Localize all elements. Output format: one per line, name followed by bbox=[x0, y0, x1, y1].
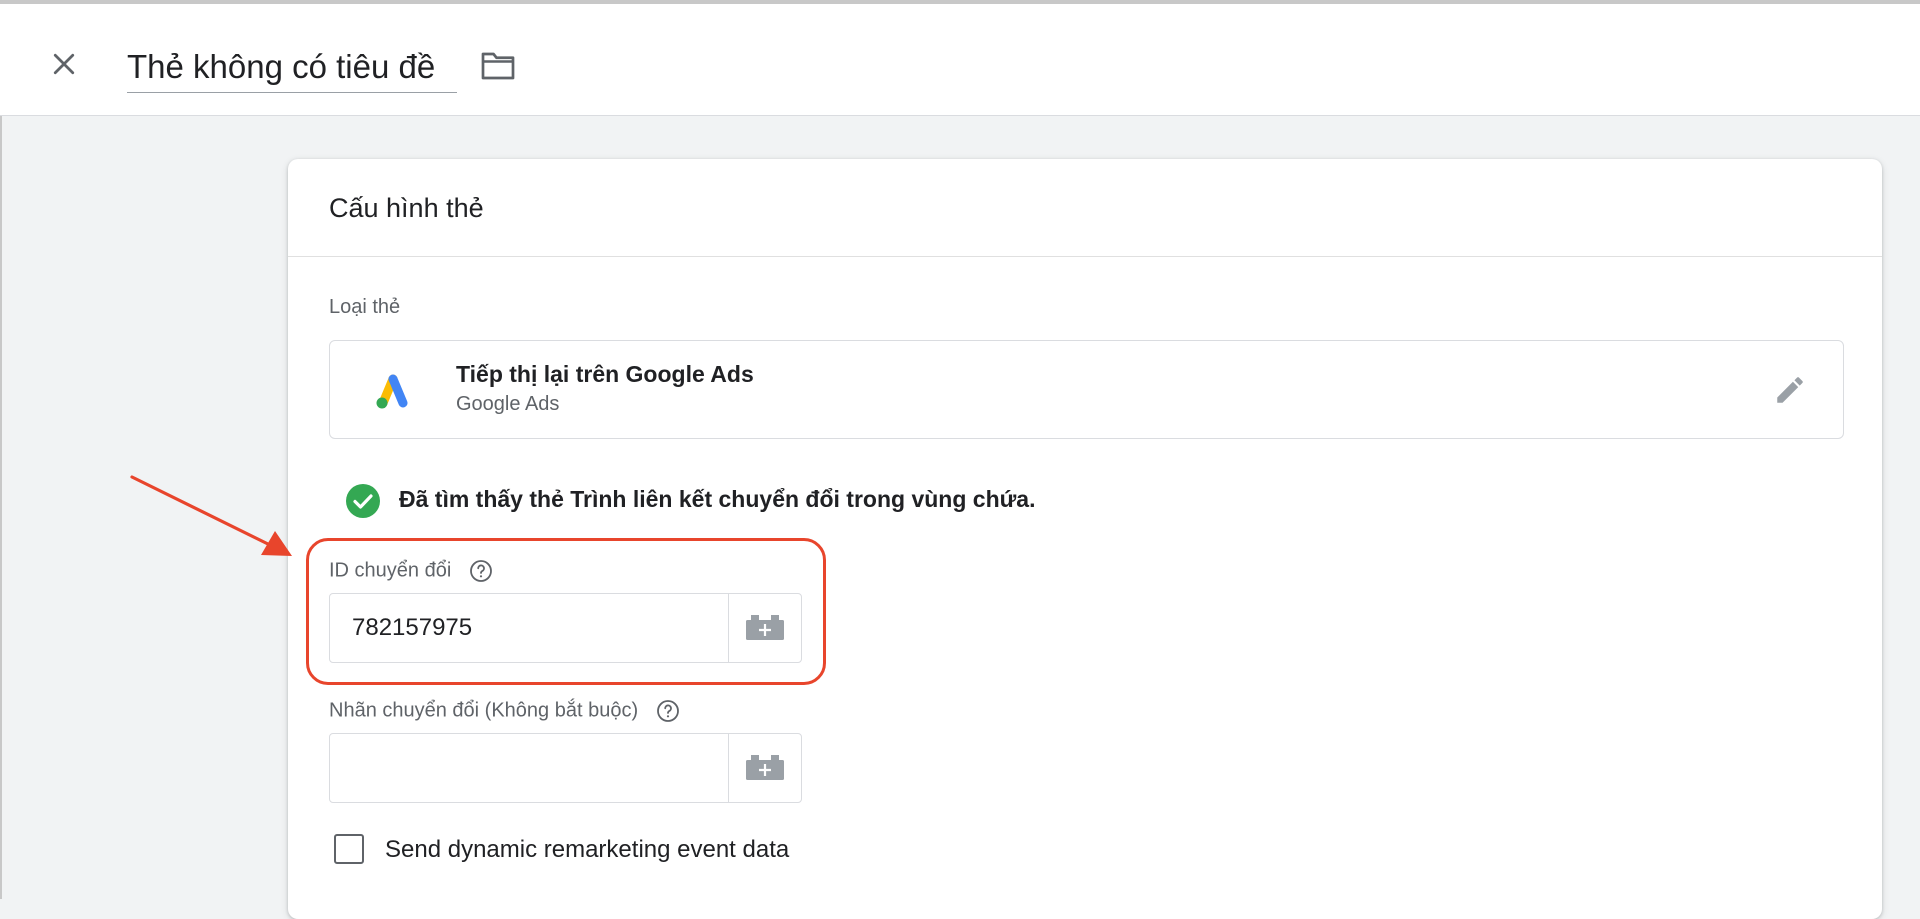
variable-picker-icon bbox=[746, 615, 784, 640]
check-circle-icon bbox=[346, 484, 380, 518]
folder-icon bbox=[481, 52, 515, 80]
window-edge bbox=[0, 0, 2, 899]
tag-type-label: Loại thẻ bbox=[329, 296, 401, 318]
tag-type-name: Tiếp thị lại trên Google Ads bbox=[456, 361, 754, 387]
conversion-label-label: Nhãn chuyển đổi (Không bắt buộc) bbox=[329, 699, 639, 722]
conversion-id-variable-button[interactable] bbox=[728, 594, 801, 662]
conversion-id-label-row: ID chuyển đổi bbox=[329, 559, 493, 583]
close-button[interactable] bbox=[44, 44, 84, 84]
conversion-label-field bbox=[329, 733, 802, 803]
folder-button[interactable] bbox=[478, 46, 518, 86]
help-icon[interactable] bbox=[469, 559, 493, 583]
tag-configuration-card: Cấu hình thẻ Loại thẻ Tiếp thị lại trên … bbox=[288, 159, 1882, 919]
tag-title-input[interactable]: Thẻ không có tiêu đề bbox=[127, 42, 457, 93]
top-bar: Thẻ không có tiêu đề bbox=[0, 0, 1920, 116]
conversion-id-field bbox=[329, 593, 802, 663]
edit-tag-type-button[interactable] bbox=[1771, 371, 1809, 409]
conversion-linker-notice: Đã tìm thấy thẻ Trình liên kết chuyển đổ… bbox=[399, 486, 1036, 512]
annotation-arrow-icon bbox=[130, 475, 292, 556]
conversion-label-variable-button[interactable] bbox=[728, 734, 801, 802]
tag-type-subtitle: Google Ads bbox=[456, 393, 560, 415]
conversion-label-input[interactable] bbox=[330, 734, 728, 802]
close-icon bbox=[53, 53, 75, 75]
conversion-id-input[interactable] bbox=[330, 594, 728, 662]
dynamic-remarketing-label: Send dynamic remarketing event data bbox=[385, 836, 790, 863]
tag-type-selector[interactable]: Tiếp thị lại trên Google Ads Google Ads bbox=[329, 340, 1844, 439]
google-ads-logo bbox=[376, 374, 408, 409]
help-icon[interactable] bbox=[656, 699, 680, 723]
conversion-id-label: ID chuyển đổi bbox=[329, 559, 452, 582]
dynamic-remarketing-checkbox[interactable] bbox=[334, 834, 364, 864]
variable-picker-icon bbox=[746, 755, 784, 780]
card-title: Cấu hình thẻ bbox=[288, 159, 1882, 257]
pencil-icon bbox=[1777, 377, 1803, 403]
conversion-label-label-row: Nhãn chuyển đổi (Không bắt buộc) bbox=[329, 699, 680, 723]
